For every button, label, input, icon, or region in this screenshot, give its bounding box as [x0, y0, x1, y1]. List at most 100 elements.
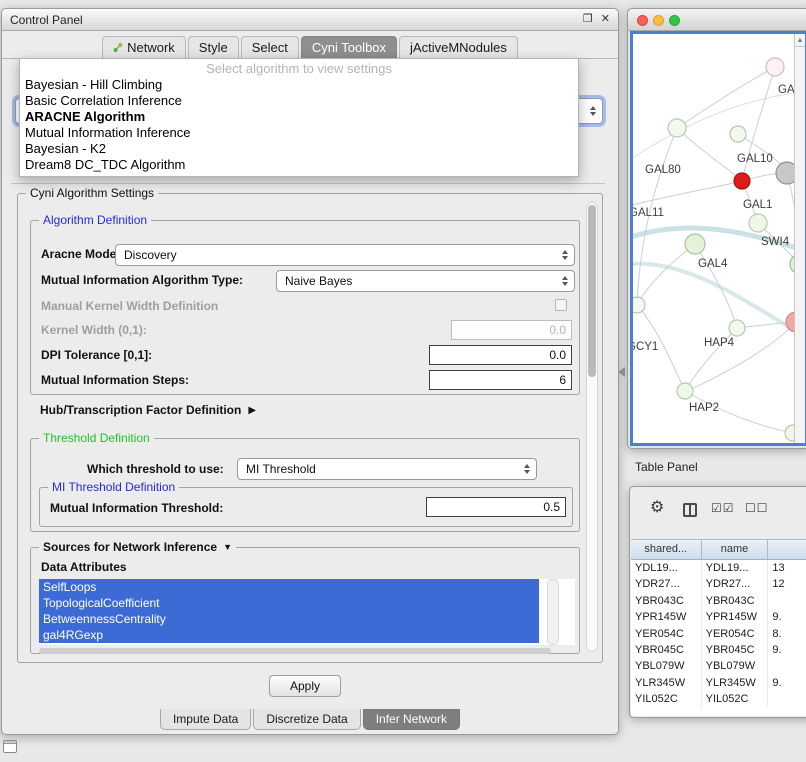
attribute-list-scrollbar[interactable] — [547, 579, 559, 645]
which-threshold-label: Which threshold to use: — [87, 462, 224, 476]
table-row[interactable]: YLR345WYLR345W9. — [631, 675, 806, 691]
table-row[interactable]: YIL052CYIL052C — [631, 691, 806, 707]
table-row[interactable]: YER054CYER054C8. — [631, 626, 806, 642]
algorithm-definition-title: Algorithm Definition — [39, 213, 151, 227]
attribute-list-hscrollbar[interactable] — [39, 648, 551, 654]
table-row[interactable]: YBL079WYBL079W — [631, 658, 806, 674]
tab-style[interactable]: Style — [188, 36, 239, 58]
collapse-down-icon[interactable]: ▼ — [223, 542, 232, 552]
close-window-icon[interactable]: ✕ — [601, 14, 610, 25]
tab-select[interactable]: Select — [241, 36, 299, 58]
network-edge[interactable] — [677, 67, 775, 128]
close-traffic-light-icon[interactable] — [637, 15, 648, 26]
control-panel-titlebar[interactable]: Control Panel ❐ ✕ — [2, 9, 618, 31]
node-label: GAL10 — [737, 153, 773, 165]
settings-scrollbar[interactable] — [586, 202, 598, 652]
network-node[interactable] — [785, 425, 794, 441]
sources-group-title[interactable]: Sources for Network Inference ▼ — [39, 540, 236, 554]
attribute-item[interactable]: SelfLoops — [39, 579, 539, 595]
network-node[interactable] — [729, 320, 745, 336]
mi-algorithm-type-combobox[interactable]: Naive Bayes — [276, 270, 575, 292]
zoom-traffic-light-icon[interactable] — [669, 15, 680, 26]
mi-steps-input[interactable] — [429, 370, 572, 390]
tab-jactivemnodules[interactable]: jActiveMNodules — [399, 36, 518, 58]
select-all-columns-icon[interactable]: ☑☑ — [711, 501, 735, 515]
table-cell: YIL052C — [631, 691, 702, 707]
algorithm-option[interactable]: Basic Correlation Inference — [20, 93, 578, 109]
mi-threshold-input[interactable] — [426, 497, 566, 517]
combo-stepper-icon — [587, 106, 602, 116]
node-label: HAP2 — [689, 402, 719, 414]
network-node[interactable] — [668, 119, 686, 137]
dpi-tolerance-label: DPI Tolerance [0,1]: — [41, 348, 152, 362]
table-row[interactable]: YDR27...YDR27...12 — [631, 576, 806, 592]
table-cell: YER054C — [702, 626, 769, 642]
table-row[interactable]: YBR043CYBR043C — [631, 593, 806, 609]
apply-button[interactable]: Apply — [269, 675, 341, 697]
expand-right-icon[interactable]: ▶ — [248, 405, 256, 416]
float-window-icon[interactable]: ❐ — [583, 14, 593, 25]
aracne-mode-value: Discovery — [116, 248, 559, 262]
minimize-traffic-light-icon[interactable] — [653, 15, 664, 26]
algorithm-definition-group: Algorithm Definition Aracne Mode: Discov… — [30, 220, 580, 395]
settings-scrollbar-thumb[interactable] — [588, 205, 596, 377]
tab-label: Style — [199, 40, 228, 55]
table-cell: YDR27... — [631, 576, 702, 592]
table-row[interactable]: YDL19...YDL19...13 — [631, 560, 806, 576]
aracne-mode-combobox[interactable]: Discovery — [115, 244, 575, 266]
algorithm-option[interactable]: Mutual Information Inference — [20, 125, 578, 141]
node-label: GAL7 — [778, 84, 794, 96]
algorithm-popup-list: Bayesian - Hill ClimbingBasic Correlatio… — [20, 77, 578, 173]
bottom-tab-infer-network[interactable]: Infer Network — [363, 709, 460, 730]
dpi-tolerance-input[interactable] — [429, 345, 572, 365]
attribute-list[interactable]: SelfLoopsTopologicalCoefficientBetweenne… — [39, 579, 575, 645]
hub-transcription-factor-section[interactable]: Hub/Transcription Factor Definition ▶ — [40, 403, 256, 417]
network-edge[interactable] — [637, 244, 695, 305]
attribute-item[interactable]: gal4RGexp — [39, 627, 539, 643]
tab-cyni-toolbox[interactable]: Cyni Toolbox — [301, 36, 397, 58]
network-view-content[interactable]: GAL80GAL7GAL10GAL11GAL1SWI4GAL4GCY1HAP4H… — [630, 31, 806, 446]
gear-icon[interactable]: ⚙ — [650, 500, 664, 516]
network-node[interactable] — [730, 126, 746, 142]
network-node[interactable] — [776, 162, 794, 184]
window-title: Control Panel — [10, 13, 575, 27]
tab-network[interactable]: Network — [102, 36, 186, 58]
table-row[interactable]: YBR045CYBR045C9. — [631, 642, 806, 658]
attribute-item[interactable]: TopologicalCoefficient — [39, 595, 539, 611]
network-scrollbar[interactable]: ▲ — [794, 34, 805, 443]
network-edge[interactable] — [787, 173, 794, 264]
control-panel-window: Control Panel ❐ ✕ Network Style SelectCyni… — [1, 8, 619, 735]
deselect-all-columns-icon[interactable]: ☐☐ — [745, 501, 769, 515]
network-window-titlebar[interactable] — [628, 9, 806, 31]
table-row[interactable]: YPR145WYPR145W9. — [631, 609, 806, 625]
network-canvas[interactable]: GAL80GAL7GAL10GAL11GAL1SWI4GAL4GCY1HAP4H… — [633, 34, 794, 443]
network-node[interactable] — [749, 214, 767, 232]
which-threshold-combobox[interactable]: MI Threshold — [237, 458, 537, 480]
network-edge[interactable] — [633, 181, 742, 206]
algorithm-option[interactable]: Bayesian - Hill Climbing — [20, 77, 578, 93]
minimized-window-icon[interactable] — [3, 740, 17, 753]
table-cell: YBL079W — [702, 658, 769, 674]
column-header[interactable]: shared... — [631, 540, 702, 560]
bottom-tab-discretize-data[interactable]: Discretize Data — [253, 709, 360, 730]
bottom-tab-impute-data[interactable]: Impute Data — [160, 709, 251, 730]
column-header[interactable] — [768, 540, 806, 560]
attribute-item[interactable]: BetweennessCentrality — [39, 611, 539, 627]
table-cell: YBR045C — [631, 642, 702, 658]
algorithm-option[interactable]: Bayesian - K2 — [20, 141, 578, 157]
columns-icon[interactable] — [683, 503, 697, 517]
network-node[interactable] — [734, 173, 750, 189]
algorithm-option[interactable]: Dream8 DC_TDC Algorithm — [20, 157, 578, 173]
splitter-collapse-icon[interactable] — [613, 367, 625, 377]
network-node[interactable] — [685, 234, 705, 254]
node-attribute-table[interactable]: shared...name YDL19...YDL19...13YDR27...… — [631, 539, 806, 716]
network-node[interactable] — [786, 312, 794, 332]
scroll-up-icon[interactable]: ▲ — [795, 34, 805, 47]
network-edge[interactable] — [633, 91, 794, 161]
network-node[interactable] — [633, 297, 645, 313]
algorithm-option[interactable]: ARACNE Algorithm — [20, 109, 578, 125]
network-node[interactable] — [677, 383, 693, 399]
network-node[interactable] — [766, 58, 784, 76]
table-cell — [768, 658, 806, 674]
column-header[interactable]: name — [702, 540, 769, 560]
